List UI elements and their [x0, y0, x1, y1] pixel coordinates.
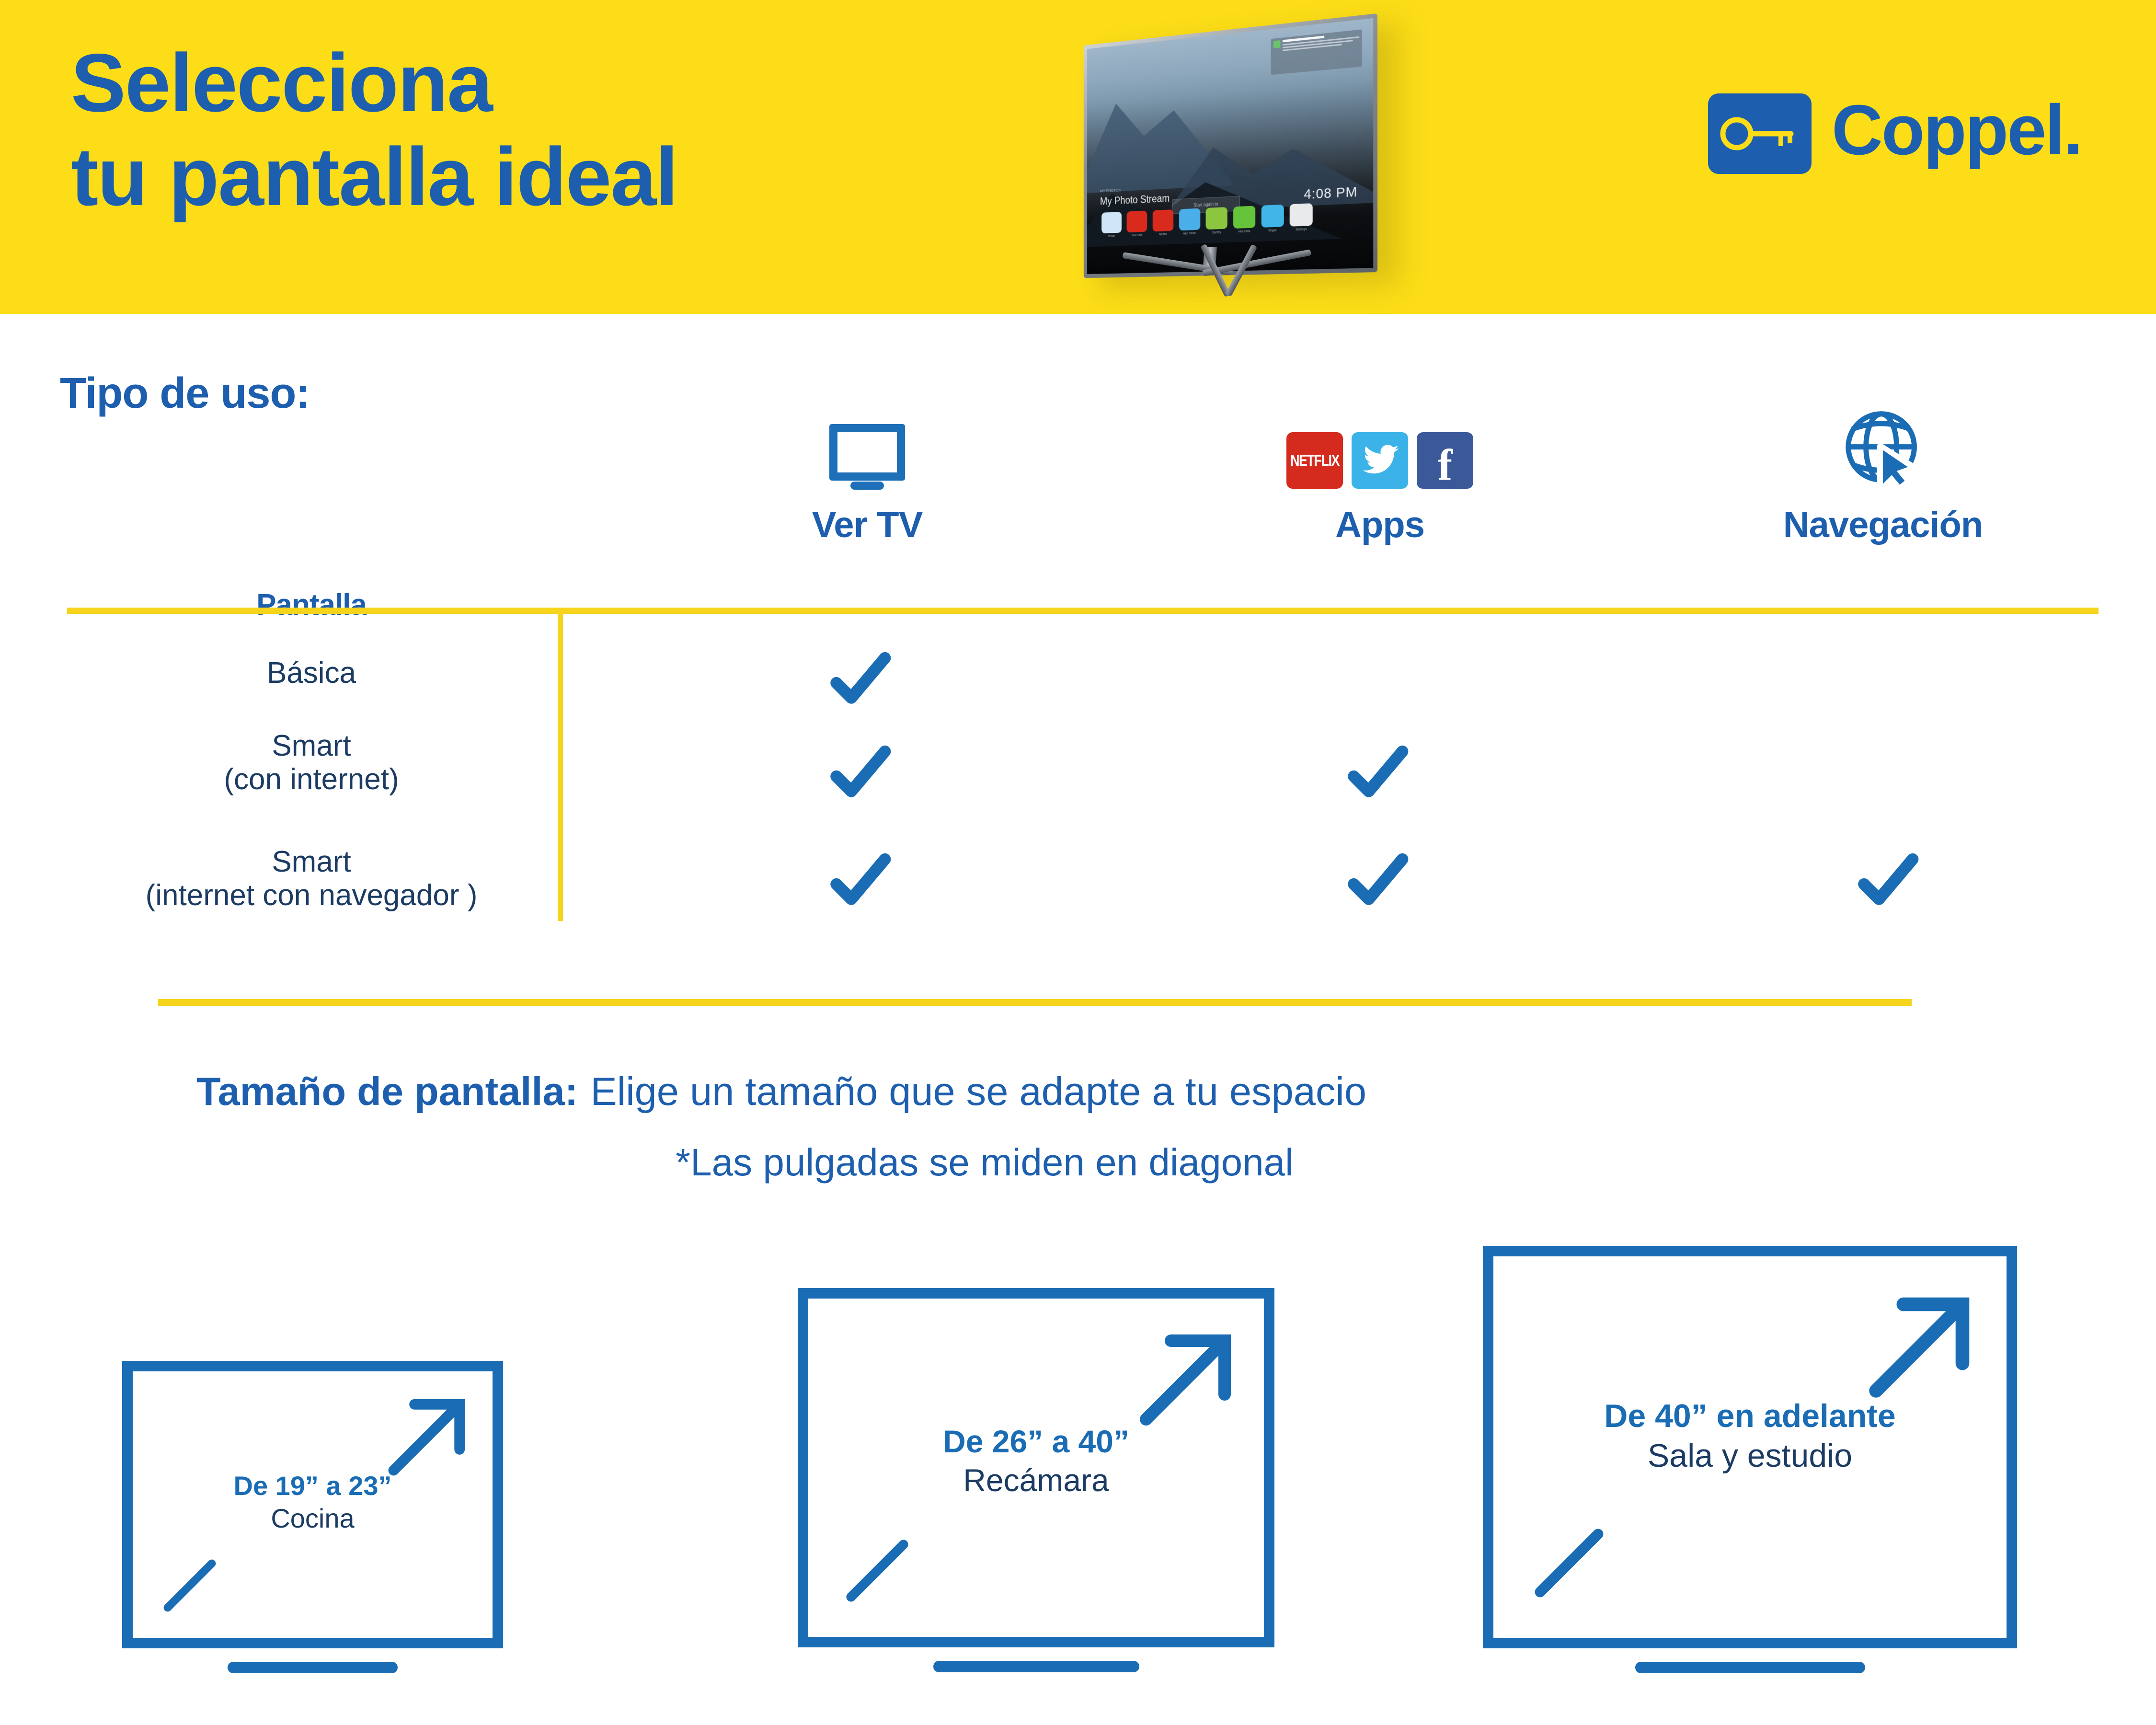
appstore-app-icon [1179, 208, 1201, 231]
diagonal-tick-icon [159, 1555, 220, 1616]
column-header-apps: NETFLIX f Apps [1227, 405, 1533, 546]
tv-app-item: Netflix [1152, 209, 1174, 237]
youtube-app-icon [1126, 210, 1147, 233]
table-row-label: Smart (internet con navegador ) [145, 845, 478, 912]
app-badges-group: NETFLIX f [1286, 432, 1473, 489]
tv-clock: 4:08 PM [1304, 184, 1358, 202]
tv-size-stand [228, 1662, 398, 1673]
message-icon [1273, 40, 1281, 48]
diagonal-arrow-icon [387, 1396, 468, 1477]
tv-size-range: De 19” a 23” [233, 1471, 392, 1501]
usage-section-label: Tipo de uso: [60, 369, 310, 417]
tv-notification-text [1282, 32, 1360, 72]
netflix-wordmark: NETFLIX [1290, 451, 1340, 469]
tv-size-room: Recámara [963, 1462, 1109, 1498]
tv-size-frame: De 40” en adelante Sala y estudio [1483, 1246, 2017, 1648]
tv-size-text: De 19” a 23” Cocina [133, 1470, 493, 1535]
tv-app-item: YouTube [1126, 210, 1147, 238]
key-icon [1708, 93, 1812, 174]
tv-app-label: Photo [1108, 234, 1115, 238]
check-icon [1346, 851, 1409, 913]
column-header-navegacion: Navegación [1730, 405, 2036, 546]
size-heading-bold: Tamaño de pantalla: [196, 1069, 578, 1114]
settings-app-icon [1289, 203, 1313, 227]
tv-size-stand [1635, 1662, 1865, 1673]
check-icon [829, 743, 891, 805]
table-row-label: Básica [266, 656, 356, 690]
column-header-ver-tv: Ver TV [714, 405, 1021, 546]
diagonal-arrow-icon [1868, 1294, 1973, 1399]
size-heading-normal: Elige un tamaño que se adapte a tu espac… [590, 1069, 1367, 1114]
column-label: Ver TV [812, 505, 923, 545]
tv-app-item: Settings [1289, 203, 1313, 232]
tv-app-item: Spotify [1205, 207, 1228, 235]
table-top-rule [67, 608, 2099, 614]
diagonal-tick-icon [841, 1534, 914, 1607]
tv-app-label: Spotify [1212, 230, 1221, 235]
column-header-pantalla: Pantalla [158, 489, 465, 622]
check-icon [829, 851, 891, 913]
tv-size-text: De 40” en adelante Sala y estudio [1493, 1396, 2007, 1476]
column-icon-slot [714, 405, 1021, 490]
tv-notification-card [1271, 29, 1363, 75]
tv-size-range: De 40” en adelante [1604, 1398, 1896, 1434]
netflix-app-icon [1152, 209, 1174, 232]
tv-size-box: De 40” en adelante Sala y estudio [1483, 1246, 2017, 1673]
column-label: Apps [1335, 505, 1425, 545]
page-title: Selecciona tu pantalla ideal [71, 37, 678, 223]
column-label: Navegación [1783, 505, 1984, 545]
check-icon [1857, 851, 1919, 913]
no-icon-placeholder [158, 489, 465, 573]
tv-app-item: Skype [1261, 204, 1284, 233]
column-label: Pantalla [256, 588, 367, 621]
diagonal-tick-icon [1529, 1523, 1609, 1603]
tv-app-label: Netflix [1159, 232, 1167, 237]
tv-size-frame: De 19” a 23” Cocina [122, 1361, 503, 1648]
tv-size-frame: De 26” a 40” Recámara [798, 1288, 1274, 1647]
tv-app-label: Settings [1296, 228, 1307, 232]
tv-screen: MY PHOTOS My Photo Stream Start again in… [1087, 18, 1374, 275]
tv-app-item: App Store [1179, 208, 1201, 236]
facebook-icon: f [1417, 432, 1473, 489]
coppel-logo[interactable]: Coppel. [1708, 91, 2083, 174]
tv-app-item: Photo [1101, 211, 1122, 238]
diagonal-arrow-icon [1138, 1331, 1234, 1427]
tv-stream-title: My Photo Stream [1100, 192, 1170, 207]
smart-tv-photo: MY PHOTOS My Photo Stream Start again in… [1035, 9, 1385, 306]
section-divider-rule [158, 999, 1912, 1006]
photo-app-icon [1101, 211, 1122, 234]
tv-size-stand [933, 1661, 1139, 1672]
infographic-root: Selecciona tu pantalla ideal MY PHOTOS M… [0, 0, 2156, 1725]
tv-size-box: De 19” a 23” Cocina [122, 1361, 503, 1673]
tv-app-label: App Store [1183, 231, 1196, 236]
netflix-icon: NETFLIX [1286, 432, 1343, 489]
tv-size-room: Cocina [271, 1503, 355, 1534]
check-icon [1346, 743, 1409, 805]
huluplus-app-icon [1233, 206, 1256, 229]
tv-app-item: HuluPlus [1233, 206, 1256, 234]
globe-cursor-icon [1843, 408, 1923, 493]
tv-size-range: De 26” a 40” [943, 1424, 1129, 1459]
coppel-wordmark: Coppel. [1832, 91, 2083, 170]
tv-outline-icon [829, 424, 905, 490]
spotify-app-icon [1205, 207, 1228, 230]
facebook-glyph: f [1437, 440, 1453, 489]
column-icon-slot [1730, 405, 2036, 493]
size-section-note: *Las pulgadas se miden en diagonal [676, 1141, 1294, 1184]
table-row-label: Smart (con internet) [224, 729, 399, 796]
skype-app-icon [1261, 204, 1284, 228]
tv-bezel: MY PHOTOS My Photo Stream Start again in… [1083, 13, 1377, 278]
size-section-heading: Tamaño de pantalla: Elige un tamaño que s… [196, 1069, 1366, 1115]
tv-app-label: Skype [1268, 229, 1277, 233]
column-icon-slot: NETFLIX f [1227, 405, 1533, 489]
tv-source-label: MY PHOTOS [1100, 188, 1121, 194]
tv-app-label: YouTube [1131, 233, 1143, 238]
tv-size-text: De 26” a 40” Recámara [808, 1422, 1264, 1499]
twitter-icon [1352, 432, 1408, 489]
check-icon [829, 649, 891, 712]
tv-app-label: HuluPlus [1238, 230, 1250, 234]
tv-size-box: De 26” a 40” Recámara [798, 1288, 1274, 1672]
tv-size-room: Sala y estudio [1647, 1437, 1853, 1474]
